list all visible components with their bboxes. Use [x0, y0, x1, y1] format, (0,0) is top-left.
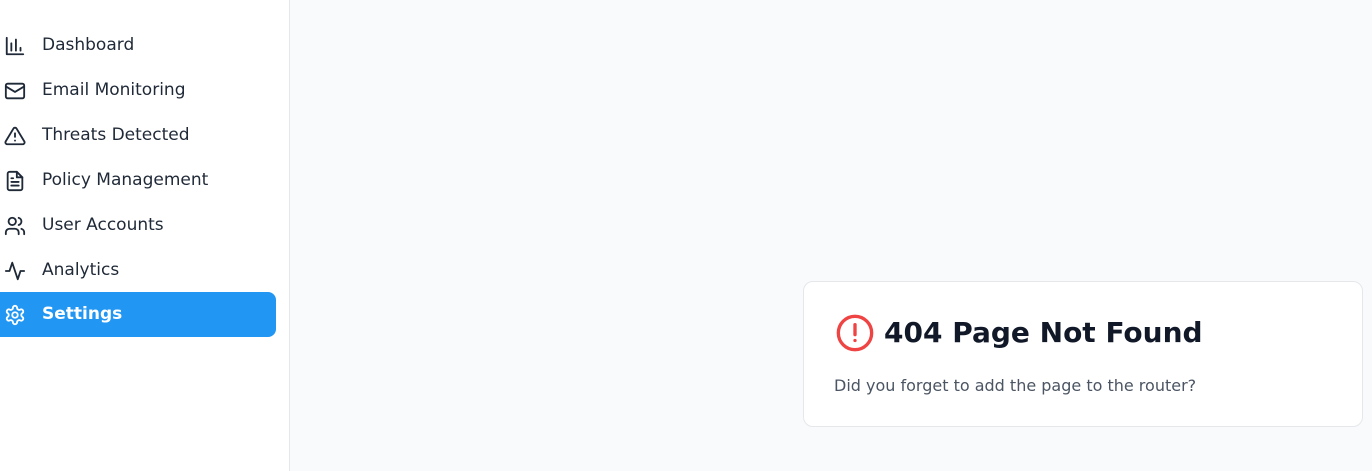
mail-icon	[2, 78, 27, 103]
sidebar-item-user-accounts[interactable]: User Accounts	[0, 203, 276, 248]
sidebar-item-label: Email Monitoring	[42, 80, 186, 100]
sidebar-item-label: Settings	[42, 304, 123, 324]
sidebar-item-settings[interactable]: Settings	[0, 292, 276, 337]
sidebar-item-analytics[interactable]: Analytics	[0, 248, 276, 293]
sidebar-item-threats-detected[interactable]: Threats Detected	[0, 113, 276, 158]
sidebar-item-label: Analytics	[42, 260, 120, 280]
settings-icon	[2, 302, 27, 327]
sidebar-item-policy-management[interactable]: Policy Management	[0, 158, 276, 203]
alert-circle-icon	[835, 313, 875, 353]
sidebar-item-label: Dashboard	[42, 35, 135, 55]
sidebar-item-label: User Accounts	[42, 215, 164, 235]
file-text-icon	[2, 168, 27, 193]
sidebar-item-dashboard[interactable]: Dashboard	[0, 23, 276, 68]
error-title: 404 Page Not Found	[884, 316, 1203, 349]
sidebar-item-email-monitoring[interactable]: Email Monitoring	[0, 68, 276, 113]
sidebar: Dashboard Email Monitoring Threats Detec…	[0, 0, 290, 471]
sidebar-item-label: Policy Management	[42, 170, 209, 190]
bar-chart-icon	[2, 33, 27, 58]
sidebar-item-label: Threats Detected	[42, 125, 190, 145]
users-icon	[2, 213, 27, 238]
error-message: Did you forget to add the page to the ro…	[834, 376, 1197, 395]
alert-triangle-icon	[2, 123, 27, 148]
activity-icon	[2, 258, 27, 283]
error-card: 404 Page Not Found Did you forget to add…	[803, 281, 1363, 427]
